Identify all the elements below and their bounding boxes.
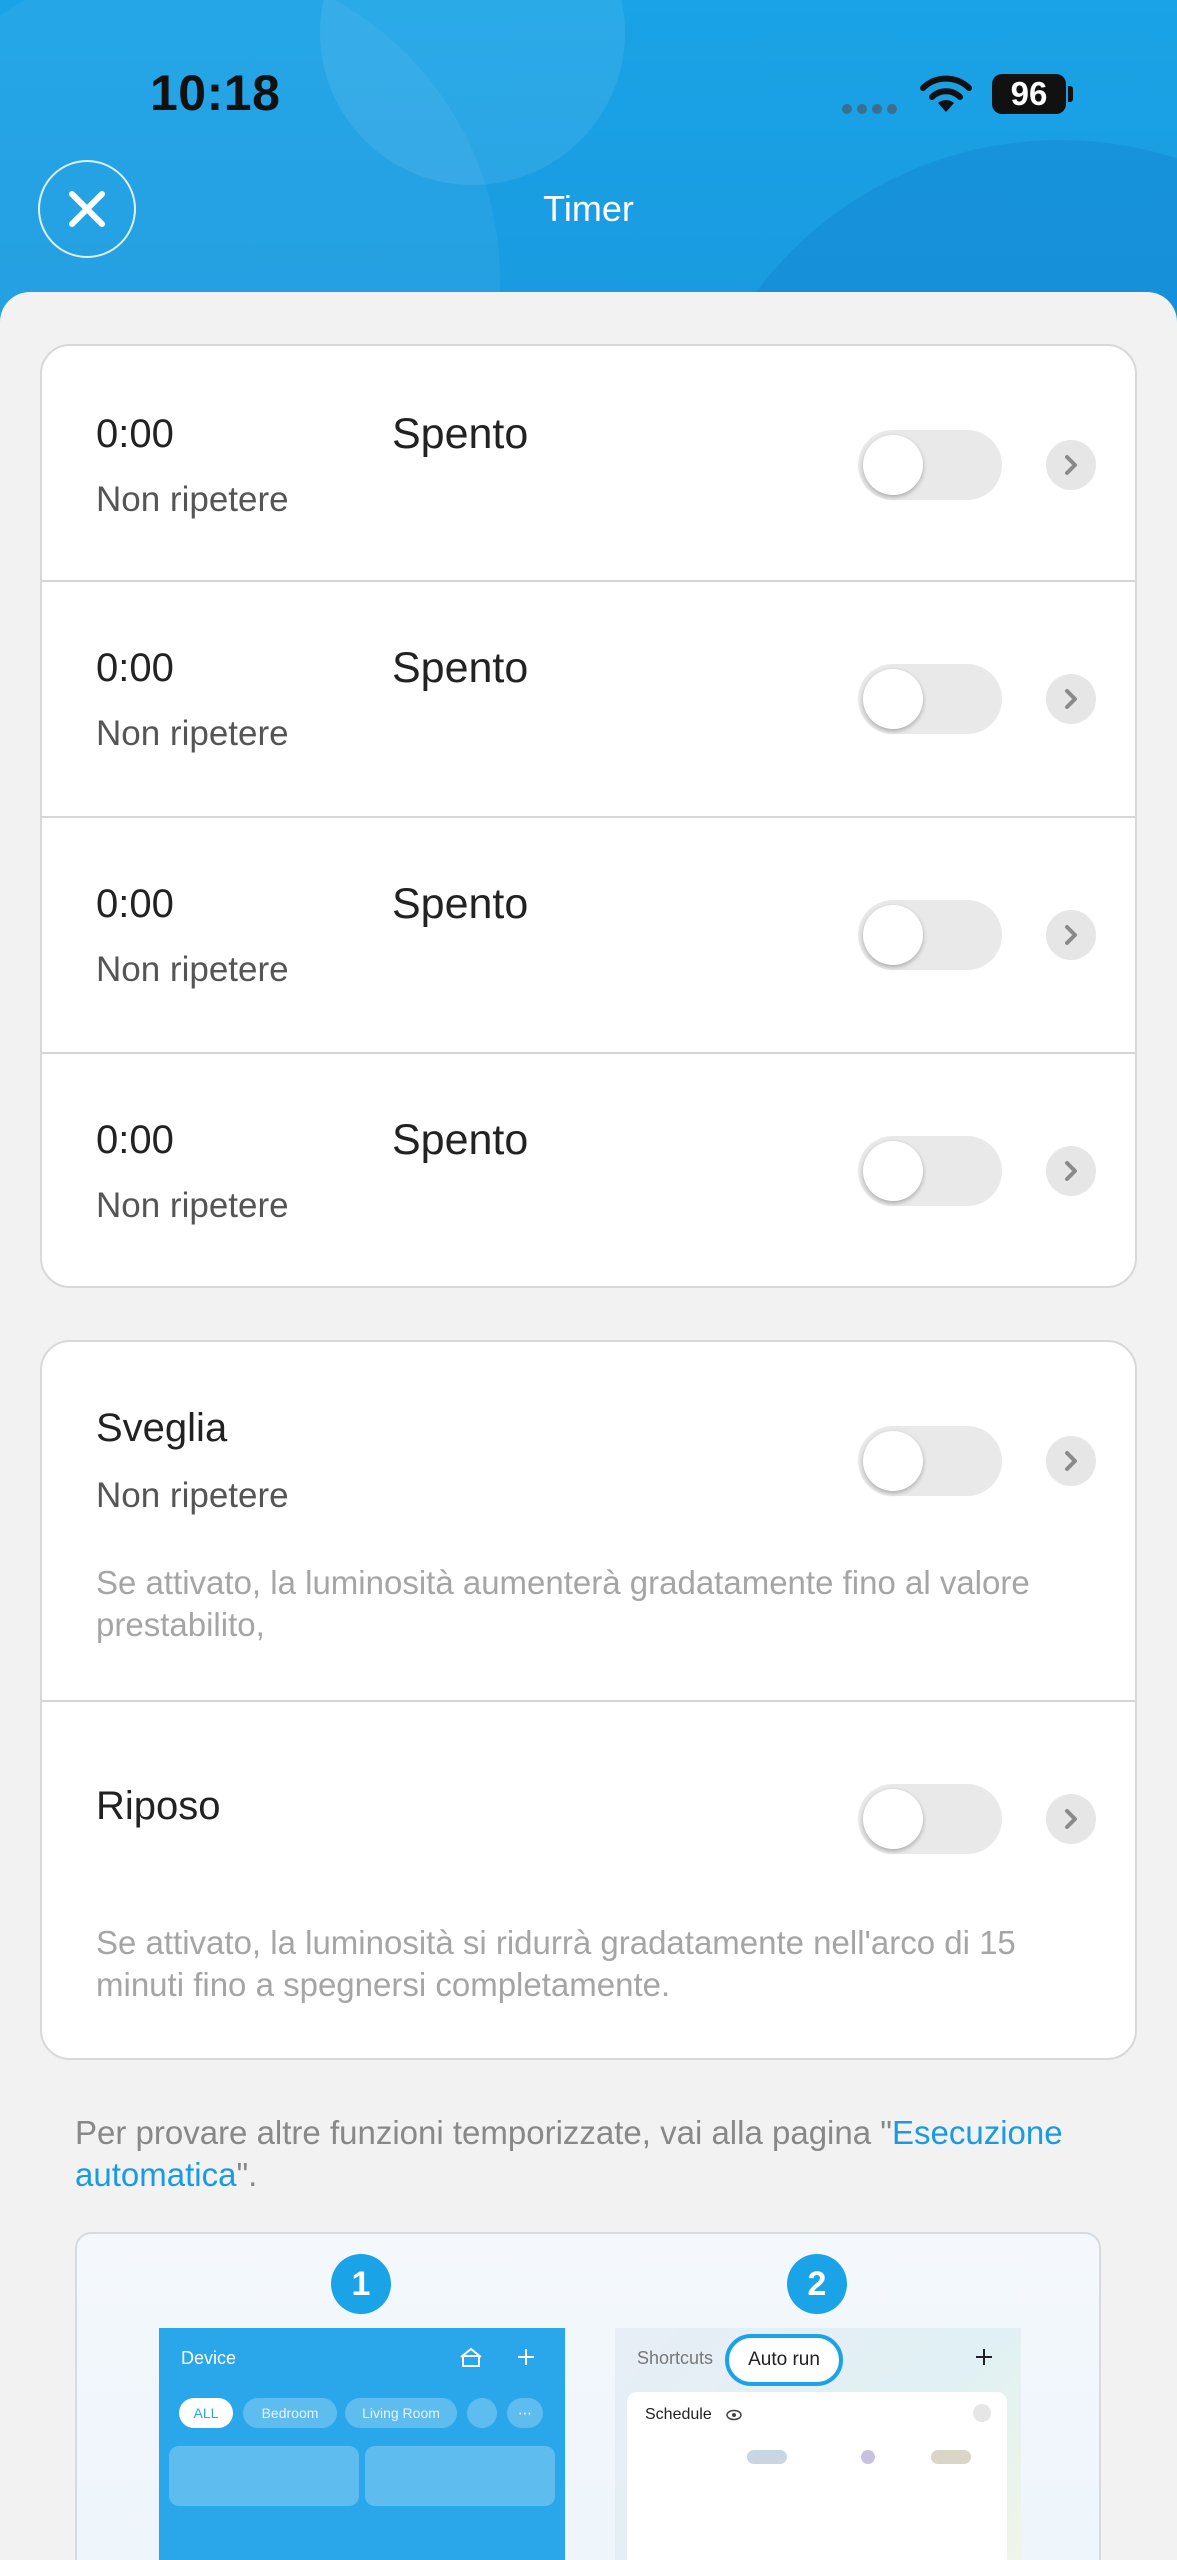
wake-toggle[interactable] <box>858 1426 1002 1496</box>
sleep-row[interactable]: Riposo Se attivato, la luminosità si rid… <box>42 1702 1135 2058</box>
timer-state: Spento <box>392 410 529 458</box>
step-badge-2: 2 <box>787 2254 847 2314</box>
sleep-toggle[interactable] <box>858 1784 1002 1854</box>
search-icon <box>467 2398 497 2428</box>
chevron-right-icon[interactable] <box>1046 1436 1096 1486</box>
wake-repeat: Non ripetere <box>96 1476 289 1515</box>
header-background: 10:18 96 Timer <box>0 0 1177 330</box>
schedule-card: Schedule <box>627 2392 1007 2560</box>
timers-card: 0:00 Spento Non ripetere 0:00 Spento Non… <box>40 344 1137 1288</box>
sleep-title: Riposo <box>96 1784 221 1828</box>
wake-sleep-card: Sveglia Non ripetere Se attivato, la lum… <box>40 1340 1137 2060</box>
tab-auto-run: Auto run <box>725 2334 843 2386</box>
timer-row-4[interactable]: 0:00 Spento Non ripetere <box>42 1054 1135 1286</box>
timer-repeat: Non ripetere <box>96 714 289 753</box>
timer-state: Spento <box>392 644 529 692</box>
chevron-right-icon[interactable] <box>1046 440 1096 490</box>
timer-state: Spento <box>392 880 529 928</box>
timer-toggle[interactable] <box>858 664 1002 734</box>
schedule-label: Schedule <box>645 2406 712 2423</box>
battery-icon: 96 <box>992 74 1066 114</box>
cellular-signal-icon <box>842 104 897 114</box>
device-screen-preview: Device ALL Bedroom Living Room ⋯ <box>159 2328 565 2560</box>
timer-row-2[interactable]: 0:00 Spento Non ripetere <box>42 582 1135 816</box>
more-icon: ⋯ <box>507 2398 543 2428</box>
wake-title: Sveglia <box>96 1406 228 1450</box>
chevron-right-icon <box>973 2404 991 2422</box>
chevron-right-icon[interactable] <box>1046 910 1096 960</box>
preview-title: Device <box>181 2348 237 2368</box>
home-icon <box>460 2347 482 2367</box>
timer-repeat: Non ripetere <box>96 950 289 989</box>
timer-toggle[interactable] <box>858 1136 1002 1206</box>
timer-repeat: Non ripetere <box>96 1186 289 1225</box>
timer-row-3[interactable]: 0:00 Spento Non ripetere <box>42 818 1135 1052</box>
timer-time: 0:00 <box>96 412 174 456</box>
timer-state: Spento <box>392 1116 529 1164</box>
wifi-icon <box>920 75 972 112</box>
plus-icon <box>518 2349 534 2365</box>
hint-text: Per provare altre funzioni temporizzate,… <box>75 2114 892 2151</box>
timer-time: 0:00 <box>96 882 174 926</box>
sleep-description: Se attivato, la luminosità si ridurrà gr… <box>96 1924 1016 2003</box>
timer-repeat: Non ripetere <box>96 480 289 519</box>
scene-avatars <box>931 2450 971 2464</box>
tab-bedroom: Bedroom <box>243 2398 337 2428</box>
status-time: 10:18 <box>150 65 281 121</box>
auto-run-illustration: 1 2 Device ALL Bedroom Living Room ⋯ Sho… <box>75 2232 1101 2560</box>
page-title: Timer <box>543 188 634 229</box>
wake-row[interactable]: Sveglia Non ripetere Se attivato, la lum… <box>42 1342 1135 1700</box>
tab-all: ALL <box>179 2398 233 2428</box>
auto-run-screen-preview: Shortcuts Auto run Schedule <box>615 2328 1021 2560</box>
hint-text-end: ". <box>236 2156 258 2193</box>
auto-run-hint: Per provare altre funzioni temporizzate,… <box>75 2112 1115 2196</box>
wake-description: Se attivato, la luminosità aumenterà gra… <box>96 1564 1030 1643</box>
eye-icon <box>726 2409 742 2421</box>
timer-toggle[interactable] <box>858 430 1002 500</box>
scene-avatars <box>747 2450 787 2464</box>
device-tile <box>169 2446 359 2506</box>
chevron-right-icon[interactable] <box>1046 1146 1096 1196</box>
timer-toggle[interactable] <box>858 900 1002 970</box>
timer-row-1[interactable]: 0:00 Spento Non ripetere <box>42 346 1135 580</box>
scene-avatar <box>861 2450 875 2464</box>
chevron-right-icon[interactable] <box>1046 674 1096 724</box>
plus-icon <box>976 2349 992 2365</box>
device-tile <box>365 2446 555 2506</box>
battery-tip <box>1068 86 1073 102</box>
timer-time: 0:00 <box>96 1118 174 1162</box>
timer-time: 0:00 <box>96 646 174 690</box>
tab-shortcuts: Shortcuts <box>637 2348 714 2368</box>
chevron-right-icon[interactable] <box>1046 1794 1096 1844</box>
tab-living-room: Living Room <box>345 2398 457 2428</box>
step-badge-1: 1 <box>331 2254 391 2314</box>
